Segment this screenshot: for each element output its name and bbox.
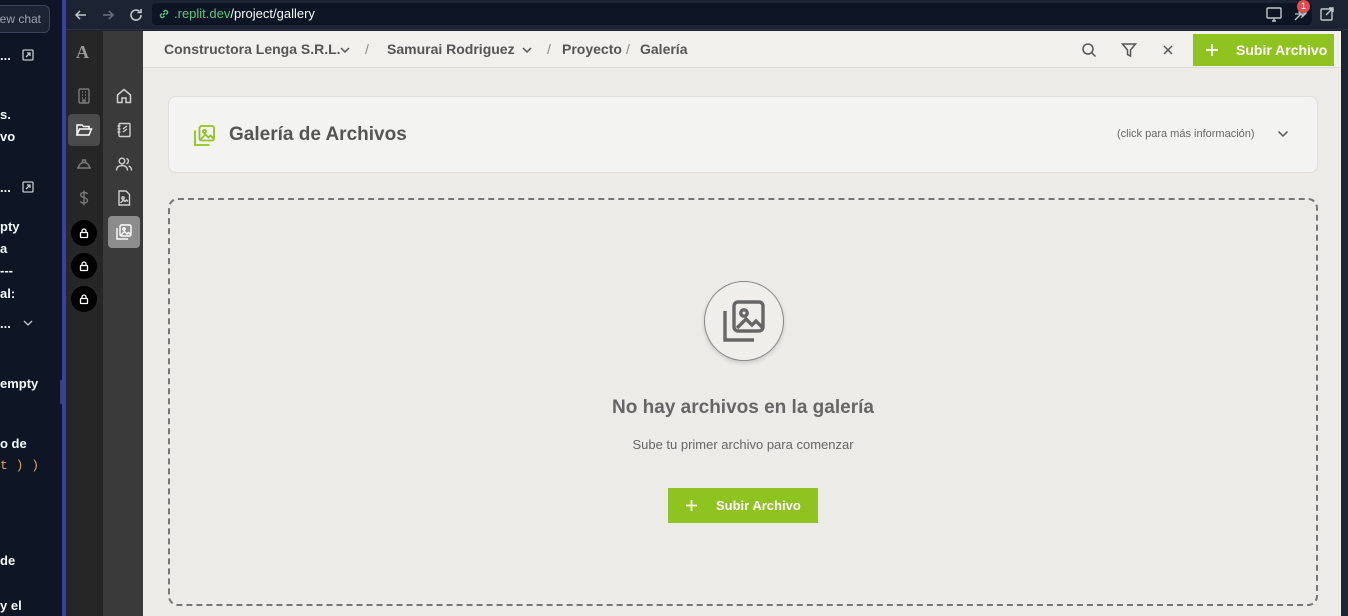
chevron-down-icon[interactable] bbox=[338, 43, 352, 57]
empty-gallery-badge bbox=[704, 281, 784, 361]
forward-button[interactable] bbox=[97, 4, 119, 26]
sidebar-item-gallery[interactable] bbox=[108, 216, 140, 248]
sidebar-item-projects[interactable] bbox=[68, 114, 100, 146]
search-icon[interactable] bbox=[1080, 41, 1098, 59]
reload-button[interactable] bbox=[125, 4, 147, 26]
chevron-down-icon[interactable] bbox=[22, 317, 34, 329]
url-path: /project/gallery bbox=[230, 6, 315, 21]
arrow-right-icon bbox=[103, 10, 115, 20]
lock-icon bbox=[79, 261, 89, 272]
close-icon[interactable] bbox=[1159, 41, 1177, 59]
breadcrumb-section[interactable]: Proyecto bbox=[562, 31, 622, 68]
new-chat-button[interactable]: ew chat bbox=[0, 5, 50, 33]
reload-icon bbox=[130, 9, 142, 21]
empty-state-subtitle: Sube tu primer archivo para comenzar bbox=[632, 437, 854, 452]
gallery-icon bbox=[194, 125, 215, 146]
primary-sidebar: A bbox=[66, 31, 103, 616]
chevron-down-icon[interactable] bbox=[520, 43, 534, 57]
chat-fragment: ... bbox=[0, 316, 11, 331]
top-bar: Constructora Lenga S.R.L. / Samurai Rodr… bbox=[143, 31, 1341, 68]
users-icon bbox=[115, 157, 133, 171]
plus-icon bbox=[686, 500, 697, 511]
hard-hat-icon bbox=[77, 159, 91, 169]
project-sidebar bbox=[103, 31, 143, 616]
chat-fragment: ... bbox=[0, 180, 11, 195]
link-icon bbox=[159, 9, 169, 19]
sidebar-item-team[interactable] bbox=[108, 148, 140, 180]
filter-icon[interactable] bbox=[1120, 41, 1138, 59]
devices-icon[interactable] bbox=[1265, 5, 1283, 23]
chat-fragment: empty bbox=[0, 376, 39, 391]
open-new-tab-icon[interactable] bbox=[1318, 5, 1336, 23]
lock-icon bbox=[79, 294, 89, 305]
upload-file-label: Subir Archivo bbox=[716, 498, 801, 513]
home-icon bbox=[116, 88, 132, 104]
breadcrumb-page: Galería bbox=[640, 41, 688, 57]
sidebar-item-finance[interactable] bbox=[68, 182, 100, 214]
sidebar-item-notebook[interactable] bbox=[108, 114, 140, 146]
chat-fragment: a bbox=[0, 241, 8, 256]
chat-fragment: --- bbox=[0, 263, 13, 278]
chat-fragment: pty bbox=[0, 219, 20, 234]
chat-fragment: vo bbox=[0, 129, 16, 144]
folder-open-icon bbox=[75, 124, 93, 136]
chat-fragment: y el bbox=[0, 598, 22, 613]
back-button[interactable] bbox=[70, 4, 92, 26]
dollar-icon bbox=[79, 190, 89, 206]
plus-icon bbox=[1206, 44, 1218, 56]
empty-state-title: No hay archivos en la galería bbox=[612, 397, 874, 418]
window-edge bbox=[1341, 31, 1348, 616]
notebook-icon bbox=[117, 122, 131, 138]
sidebar-item-company[interactable] bbox=[68, 80, 100, 112]
external-link-icon[interactable] bbox=[22, 49, 34, 61]
lock-icon bbox=[79, 228, 89, 239]
notification-badge: 1 bbox=[1297, 0, 1310, 13]
chat-fragment: o de bbox=[0, 436, 27, 451]
main-content: Constructora Lenga S.R.L. / Samurai Rodr… bbox=[143, 31, 1341, 616]
breadcrumb-separator: / bbox=[626, 41, 630, 57]
chat-fragment: al: bbox=[0, 286, 16, 301]
building-icon bbox=[78, 88, 90, 104]
chat-fragment: de bbox=[0, 553, 16, 568]
more-info-hint: (click para más información) bbox=[1117, 128, 1255, 140]
gallery-icon bbox=[116, 224, 132, 240]
upload-file-button[interactable]: Subir Archivo bbox=[1193, 34, 1334, 66]
sidebar-item-documents[interactable] bbox=[108, 182, 140, 214]
sidebar-item-locked[interactable] bbox=[71, 286, 97, 312]
upload-file-label: Subir Archivo bbox=[1236, 42, 1328, 58]
breadcrumb-company[interactable]: Constructora Lenga S.R.L. bbox=[164, 31, 341, 68]
sidebar-item-home[interactable] bbox=[108, 80, 140, 112]
gallery-info-card[interactable]: Galería de Archivos (click para más info… bbox=[168, 96, 1318, 173]
app-logo[interactable]: A bbox=[76, 42, 89, 63]
gallery-title: Galería de Archivos bbox=[229, 124, 407, 145]
chat-fragment: ... bbox=[0, 48, 11, 63]
browser-toolbar: .replit.dev/project/gallery 1 bbox=[66, 0, 1348, 30]
breadcrumb-separator: / bbox=[365, 41, 369, 57]
upload-file-button-empty[interactable]: Subir Archivo bbox=[668, 488, 818, 523]
chat-fragment: s. bbox=[0, 107, 11, 122]
sidebar-item-locked[interactable] bbox=[71, 220, 97, 246]
upload-dropzone[interactable]: No hay archivos en la galería Sube tu pr… bbox=[168, 198, 1318, 606]
sidebar-item-workers[interactable] bbox=[68, 148, 100, 180]
breadcrumb-separator: / bbox=[547, 41, 551, 57]
arrow-left-icon bbox=[74, 10, 86, 20]
gallery-icon bbox=[723, 300, 765, 342]
external-link-icon[interactable] bbox=[22, 181, 34, 193]
chat-panel: ew chat ... s. vo ... pty a --- al: ... … bbox=[0, 0, 62, 616]
url-bar[interactable]: .replit.dev/project/gallery bbox=[152, 3, 1312, 25]
chevron-down-icon[interactable] bbox=[1276, 127, 1290, 141]
breadcrumb-client[interactable]: Samurai Rodriguez bbox=[387, 31, 515, 68]
file-image-icon bbox=[118, 190, 131, 206]
sidebar-item-locked[interactable] bbox=[71, 253, 97, 279]
chat-code-fragment: t ) ) bbox=[0, 458, 40, 473]
url-host: .replit.dev bbox=[174, 6, 231, 21]
